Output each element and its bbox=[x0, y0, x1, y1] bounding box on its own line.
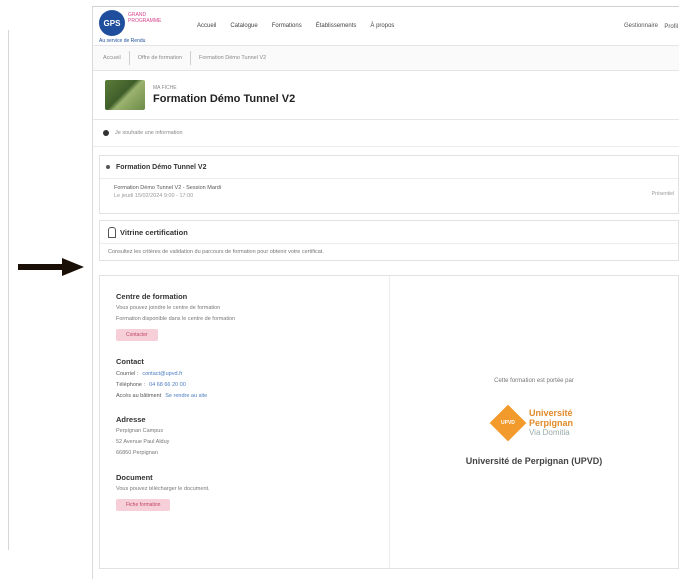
address-line-2: 52 Avenue Paul Alduy bbox=[116, 439, 170, 445]
nav-item-apropos[interactable]: À propos bbox=[370, 23, 394, 29]
page-title: Formation Démo Tunnel V2 bbox=[153, 93, 296, 105]
contact-card: Centre de formation Vous pouvez joindre … bbox=[99, 275, 679, 569]
contact-title: Contact bbox=[116, 357, 144, 366]
address-line-1: Perpignan Campus bbox=[116, 428, 164, 434]
document-title: Document bbox=[116, 473, 153, 482]
contact-details: Centre de formation Vous pouvez joindre … bbox=[100, 276, 390, 568]
nav-item-accueil[interactable]: Accueil bbox=[197, 23, 216, 29]
top-navigation: GPS GRAND PROGRAMME Au service de Rendu … bbox=[93, 7, 679, 46]
formation-card: Formation Démo Tunnel V2 Formation Démo … bbox=[99, 155, 679, 214]
upvd-diamond-icon: UPVD bbox=[489, 404, 527, 442]
upvd-line-1: Université bbox=[528, 408, 573, 418]
formation-thumbnail bbox=[105, 80, 145, 110]
document-text: Vous pouvez télécharger le document. bbox=[116, 486, 210, 492]
address-title: Adresse bbox=[116, 415, 146, 424]
access-label: Accès au bâtiment bbox=[116, 393, 162, 399]
centre-text-2: Formation disponible dans le centre de f… bbox=[116, 316, 236, 322]
nav-item-catalogue[interactable]: Catalogue bbox=[230, 23, 257, 29]
university-name: Université de Perpignan (UPVD) bbox=[465, 456, 603, 466]
certification-header[interactable]: Vitrine certification bbox=[100, 221, 678, 244]
main-nav: Accueil Catalogue Formations Établisseme… bbox=[197, 23, 394, 29]
email-link[interactable]: contact@upvd.fr bbox=[142, 371, 182, 377]
address-line-3: 66860 Perpignan bbox=[116, 450, 158, 456]
phone-link[interactable]: 04 68 66 20 00 bbox=[149, 382, 186, 388]
logo-mark: GPS bbox=[99, 10, 125, 36]
breadcrumb-separator bbox=[189, 51, 191, 65]
carried-by-text: Cette formation est portée par bbox=[494, 378, 574, 384]
breadcrumb: Accueil Offre de formation Formation Dém… bbox=[93, 46, 679, 71]
certification-description: Consultez les critères de validation du … bbox=[108, 249, 324, 255]
nav-item-formations[interactable]: Formations bbox=[272, 23, 302, 29]
access-link[interactable]: Se rendre au site bbox=[165, 393, 207, 399]
logo-text: GRAND PROGRAMME bbox=[128, 12, 162, 24]
phone-label: Téléphone : bbox=[116, 382, 146, 388]
certification-title: Vitrine certification bbox=[120, 227, 188, 237]
formation-card-header[interactable]: Formation Démo Tunnel V2 bbox=[100, 156, 678, 179]
nav-item-etablissements[interactable]: Établissements bbox=[316, 23, 357, 29]
phone-row: Téléphone :04 68 66 20 00 bbox=[116, 382, 389, 388]
bullet-icon bbox=[103, 130, 109, 136]
logo-tagline: Au service de Rendu bbox=[99, 38, 146, 44]
certificate-icon bbox=[108, 226, 116, 238]
brand-logo[interactable]: GPS GRAND PROGRAMME Au service de Rendu bbox=[99, 10, 169, 44]
upvd-line-3: Via Domitia bbox=[528, 428, 570, 437]
upvd-line-2: Perpignan bbox=[528, 418, 573, 428]
breadcrumb-item[interactable]: Formation Démo Tunnel V2 bbox=[199, 55, 266, 61]
bullet-icon bbox=[106, 165, 110, 169]
certification-panel: Vitrine certification Consultez les crit… bbox=[99, 220, 679, 261]
breadcrumb-separator bbox=[128, 51, 130, 65]
session-title: Formation Démo Tunnel V2 - Session Mardi bbox=[114, 185, 221, 191]
arrow-annotation bbox=[18, 258, 84, 276]
user-menu[interactable]: Gestionnaire bbox=[624, 23, 658, 29]
contact-button[interactable]: Contacter bbox=[116, 329, 158, 341]
organization-panel: Cette formation est portée par UPVD Univ… bbox=[390, 276, 678, 568]
info-request-line[interactable]: Je souhaite une information bbox=[93, 120, 679, 147]
formation-title-block: MA FICHE Formation Démo Tunnel V2 bbox=[93, 71, 679, 120]
breadcrumb-item[interactable]: Offre de formation bbox=[138, 55, 182, 61]
upvd-abbr: UPVD bbox=[501, 420, 515, 426]
document-button[interactable]: Fiche formation bbox=[116, 499, 171, 511]
email-label: Courriel : bbox=[116, 371, 139, 377]
left-divider bbox=[8, 30, 9, 550]
profile-link[interactable]: Profil bbox=[664, 24, 678, 30]
breadcrumb-item[interactable]: Accueil bbox=[103, 55, 121, 61]
session-row[interactable]: Formation Démo Tunnel V2 - Session Mardi… bbox=[100, 179, 678, 213]
centre-title: Centre de formation bbox=[116, 292, 188, 301]
upvd-logo: UPVD Université Perpignan Via Domitia bbox=[489, 404, 573, 442]
session-date: Le jeudi 15/02/2024 9:00 - 17:00 bbox=[114, 193, 194, 199]
info-request-text: Je souhaite une information bbox=[115, 130, 183, 136]
formation-card-title: Formation Démo Tunnel V2 bbox=[116, 163, 207, 171]
title-label: MA FICHE bbox=[153, 85, 177, 91]
email-row: Courriel : contact@upvd.fr bbox=[116, 371, 389, 377]
app-window: GPS GRAND PROGRAMME Au service de Rendu … bbox=[92, 6, 679, 579]
session-mode: Présentiel bbox=[651, 191, 674, 197]
centre-text-1: Vous pouvez joindre le centre de formati… bbox=[116, 305, 221, 311]
